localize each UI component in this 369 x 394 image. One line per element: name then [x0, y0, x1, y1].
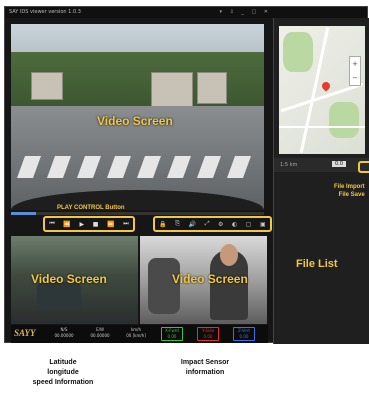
- map-park: [329, 102, 359, 138]
- file-import-label: File Import: [334, 184, 365, 190]
- video-driver-face: [220, 244, 238, 266]
- cabin-video-screen[interactable]: Video Screen: [140, 236, 267, 324]
- brightness-icon[interactable]: ◐: [232, 221, 237, 228]
- skip-end-icon[interactable]: ⏭: [123, 220, 128, 228]
- multi-view-icon[interactable]: ▣: [260, 221, 266, 228]
- speed-value: 00 [km/h]: [126, 333, 146, 338]
- impact-caption-line-1: Impact Sensor: [180, 359, 230, 366]
- map-view[interactable]: + −: [279, 26, 365, 154]
- impact-z-value: 0.00: [239, 334, 249, 339]
- right-panel: + − 1:5 km 0.0 File Import File Save File…: [273, 18, 369, 344]
- video-building: [197, 72, 227, 104]
- longitude-value: 00.00000: [90, 333, 110, 338]
- play-control-bar: ⏮ ⏪ ▶ ■ ⏩ ⏭: [43, 216, 135, 232]
- video-building: [31, 72, 63, 100]
- rear-video-screen[interactable]: Video Screen: [11, 236, 138, 324]
- window-title: SAY IDS viewer version 1.0.3: [9, 9, 81, 15]
- stop-icon[interactable]: ■: [93, 221, 99, 228]
- gps-caption-line-3: speed Information: [32, 379, 94, 386]
- brand-logo: SAYY: [14, 328, 36, 338]
- tool-bar: 🔒 ⎘ 🔊 ⤢ ⚙ ◐ ▢ ▣: [153, 216, 272, 232]
- location-marker-icon[interactable]: [320, 80, 332, 92]
- single-view-icon[interactable]: ▢: [246, 221, 252, 228]
- skip-start-icon[interactable]: ⏮: [49, 220, 54, 228]
- impact-caption-line-2: information: [185, 369, 225, 376]
- viewer-window: SAY IDS viewer version 1.0.3 ▾ ⇩ _ □ ✕ V…: [4, 6, 369, 344]
- gps-caption-line-1: Latitude: [49, 359, 77, 366]
- playback-timeline[interactable]: [11, 212, 264, 215]
- impact-y-value: 0.00: [203, 334, 213, 339]
- file-save-label: File Save: [338, 192, 365, 198]
- video-building: [151, 72, 193, 110]
- impact-y: Y-Side 0.00: [197, 327, 219, 341]
- play-icon[interactable]: ▶: [79, 221, 84, 228]
- timeline-progress: [11, 212, 37, 215]
- map-field[interactable]: 0.0: [332, 161, 346, 167]
- file-import-save-button[interactable]: [358, 161, 369, 173]
- title-bar: SAY IDS viewer version 1.0.3 ▾ ⇩ _ □ ✕: [5, 7, 367, 18]
- speed-readout: km/h 00 [km/h]: [121, 327, 151, 339]
- main-video-label: Video Screen: [97, 114, 173, 128]
- video-seat: [148, 258, 180, 314]
- impact-caption: Impact Sensor information: [150, 358, 260, 378]
- map-zoom-control[interactable]: + −: [349, 56, 361, 86]
- copy-icon[interactable]: ⎘: [175, 220, 180, 228]
- lock-icon[interactable]: 🔒: [159, 221, 166, 228]
- rewind-icon[interactable]: ⏪: [63, 221, 70, 228]
- settings-icon[interactable]: ⚙: [218, 221, 223, 228]
- window-controls[interactable]: ▾ ⇩ _ □ ✕: [220, 7, 271, 18]
- rear-video-label: Video Screen: [31, 272, 107, 286]
- impact-z: Z-Vert 0.00: [233, 327, 255, 341]
- fullscreen-icon[interactable]: ⤢: [205, 220, 210, 228]
- gps-caption-line-2: longitude: [47, 369, 79, 376]
- map-toolbar: 1:5 km 0.0: [274, 158, 369, 172]
- main-video-screen[interactable]: Video Screen: [11, 24, 264, 210]
- gps-caption: Latitude longitude speed Information: [8, 358, 118, 388]
- latitude-value: 00.00000: [54, 333, 74, 338]
- play-control-label: PLAY CONTROL Button: [57, 205, 125, 211]
- map-scale[interactable]: 1:5 km: [280, 162, 297, 168]
- map-road: [279, 126, 365, 128]
- latitude-readout: N/S 00.00000: [49, 327, 79, 339]
- map-park: [283, 32, 313, 72]
- status-bar: SAYY N/S 00.00000 E/W 00.00000 km/h 00 […: [11, 325, 268, 343]
- cabin-video-label: Video Screen: [172, 272, 248, 286]
- impact-x: X-Fwrd 0.00: [161, 327, 183, 341]
- volume-icon[interactable]: 🔊: [189, 221, 196, 228]
- impact-x-value: 0.00: [167, 334, 177, 339]
- file-list-label: File List: [296, 258, 338, 270]
- longitude-readout: E/W 00.00000: [85, 327, 115, 339]
- fast-forward-icon[interactable]: ⏩: [107, 221, 114, 228]
- file-import-save-label: File Import File Save: [334, 183, 365, 199]
